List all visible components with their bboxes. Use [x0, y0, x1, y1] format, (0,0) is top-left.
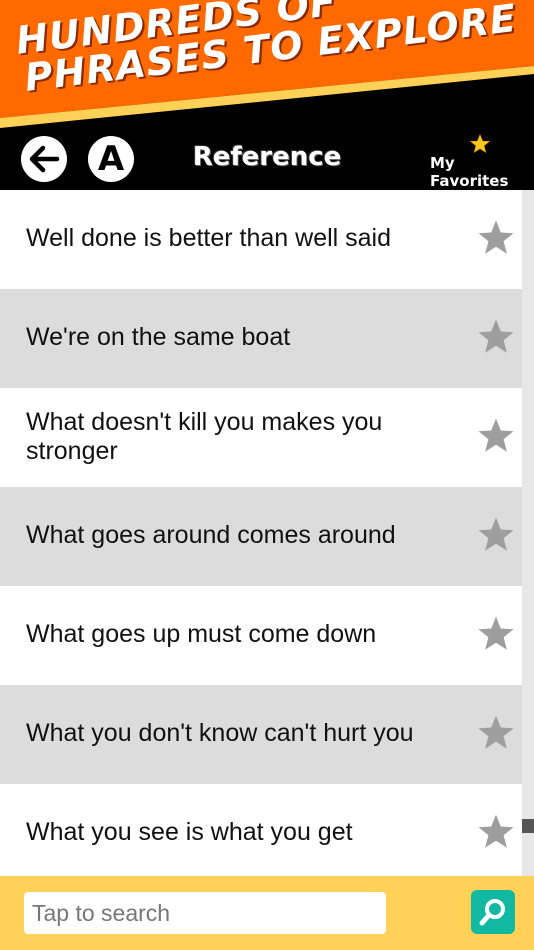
- search-input[interactable]: [24, 892, 386, 934]
- star-icon: [469, 134, 491, 154]
- toolbar: A Reference My Favorites: [0, 132, 534, 190]
- list-item[interactable]: What goes up must come down: [0, 586, 522, 685]
- phrase-text: What you see is what you get: [26, 818, 353, 846]
- favorite-star-icon[interactable]: [476, 318, 516, 356]
- favorite-star-icon[interactable]: [476, 714, 516, 752]
- search-bar: [0, 876, 534, 950]
- list-item[interactable]: We're on the same boat: [0, 289, 522, 388]
- favorite-star-icon[interactable]: [476, 516, 516, 554]
- phrase-text: We're on the same boat: [26, 323, 291, 351]
- favorite-star-icon[interactable]: [476, 615, 516, 653]
- scrollbar-track[interactable]: [522, 190, 534, 876]
- list-item[interactable]: What doesn't kill you makes you stronger: [0, 388, 522, 487]
- phrase-list[interactable]: Well done is better than well said We're…: [0, 190, 534, 876]
- phrase-text: What you don't know can't hurt you: [26, 719, 414, 747]
- list-item[interactable]: What you see is what you get: [0, 784, 522, 876]
- favorite-star-icon[interactable]: [476, 813, 516, 851]
- phrase-text: Well done is better than well said: [26, 224, 392, 252]
- list-item[interactable]: Well done is better than well said: [0, 190, 522, 289]
- my-favorites-button[interactable]: My Favorites: [430, 134, 530, 190]
- magnifier-icon: [479, 899, 505, 926]
- favorite-star-icon[interactable]: [476, 219, 516, 257]
- scrollbar-thumb[interactable]: [522, 819, 534, 833]
- phrase-text: What goes around comes around: [26, 521, 396, 549]
- phrase-text: What doesn't kill you makes you stronger: [26, 408, 383, 465]
- favorite-star-icon[interactable]: [476, 417, 516, 455]
- promo-banner: HUNDREDS OF PHRASES TO EXPLORE: [0, 0, 534, 132]
- my-favorites-label: My Favorites: [430, 154, 509, 190]
- list-item[interactable]: What goes around comes around: [0, 487, 522, 586]
- search-button[interactable]: [471, 890, 515, 934]
- phrase-text: What goes up must come down: [26, 620, 377, 648]
- list-item[interactable]: What you don't know can't hurt you: [0, 685, 522, 784]
